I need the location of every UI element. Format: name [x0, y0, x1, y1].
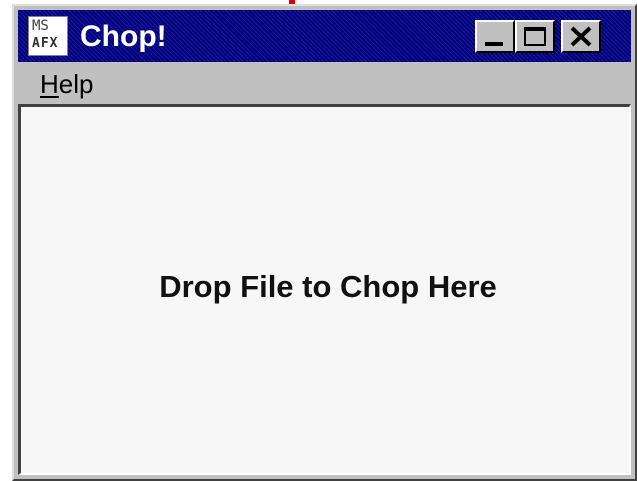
menu-item-help-label: elp [58, 69, 94, 99]
window-title: Chop! [80, 20, 167, 53]
minimize-button[interactable] [475, 20, 515, 53]
maximize-icon [524, 27, 546, 46]
title-bar[interactable]: MS AFX Chop! [18, 10, 631, 62]
drop-instruction-text: Drop File to Chop Here [159, 269, 497, 304]
menu-item-help-mnemonic: H [40, 69, 59, 99]
app-icon-line2: AFX [32, 36, 59, 51]
maximize-button[interactable] [515, 20, 555, 53]
close-button[interactable] [561, 20, 601, 53]
minimize-icon [485, 42, 503, 46]
close-icon [570, 26, 592, 47]
app-icon-line1: MS [32, 18, 49, 34]
menu-item-help[interactable]: Help [40, 69, 93, 99]
menu-bar: Help [18, 64, 631, 102]
app-window: MS AFX Chop! Help Drop File to Chop Here [12, 4, 637, 481]
drop-target-area[interactable]: Drop File to Chop Here [18, 104, 631, 475]
msafx-app-icon[interactable]: MS AFX [28, 16, 68, 56]
